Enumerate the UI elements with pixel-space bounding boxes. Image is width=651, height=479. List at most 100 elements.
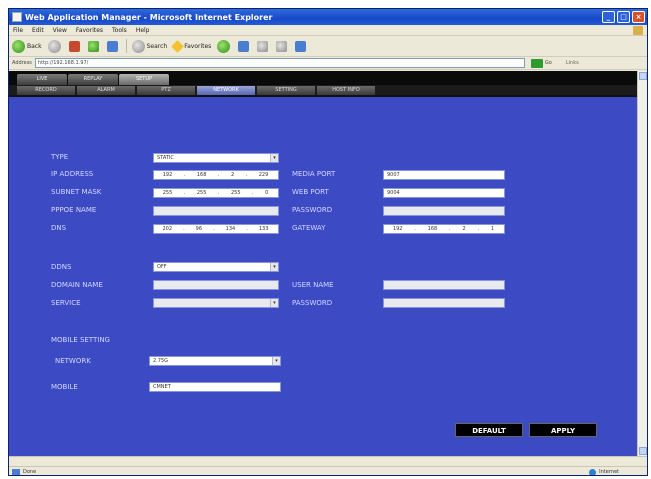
menu-favorites[interactable]: Favorites — [76, 27, 103, 34]
subnet-mask-field[interactable]: 255. 255. 255. 0 — [153, 188, 279, 198]
mobile-setting-heading: MOBILE SETTING — [51, 336, 110, 344]
user-name-label: USER NAME — [292, 281, 334, 289]
menu-tools[interactable]: Tools — [112, 27, 127, 34]
chevron-down-icon: ▾ — [272, 357, 280, 365]
menu-file[interactable]: File — [13, 27, 23, 34]
forward-button[interactable] — [47, 39, 63, 53]
dns-label: DNS — [51, 224, 67, 232]
window-title: Web Application Manager - Microsoft Inte… — [25, 12, 273, 22]
refresh-button[interactable] — [87, 40, 101, 52]
tab-network[interactable]: NETWORK — [197, 85, 255, 95]
address-label: Address — [12, 60, 32, 66]
ip-address-field[interactable]: 192. 168. 2. 229 — [153, 170, 279, 180]
page-done-icon — [12, 468, 20, 475]
dns-field[interactable]: 202. 96. 134. 133 — [153, 224, 279, 234]
ddns-password-label: PASSWORD — [292, 299, 333, 307]
ddns-label: DDNS — [51, 263, 72, 271]
history-button[interactable] — [217, 39, 232, 53]
web-port-label: WEB PORT — [292, 188, 329, 196]
ddns-select[interactable]: OFF ▾ — [153, 262, 279, 272]
page-content: LIVE REPLAY SETUP RECORD ALARM PTZ NETWO… — [9, 71, 639, 456]
toolbar-separator — [125, 39, 127, 53]
pppoe-name-label: PPPOE NAME — [51, 206, 97, 214]
messenger-button[interactable] — [295, 40, 308, 52]
back-arrow-icon — [12, 39, 25, 53]
horizontal-scrollbar[interactable] — [9, 456, 647, 466]
status-bar: Done Internet — [9, 466, 647, 475]
chevron-down-icon: ▾ — [270, 263, 278, 271]
search-button[interactable]: Search — [131, 39, 167, 53]
tab-replay[interactable]: REPLAY — [68, 74, 118, 85]
mail-button[interactable] — [238, 40, 251, 52]
tab-ptz[interactable]: PTZ — [137, 85, 195, 95]
user-name-field[interactable] — [383, 280, 505, 290]
refresh-icon — [87, 40, 99, 52]
password-label: PASSWORD — [292, 206, 333, 214]
apply-button[interactable]: APPLY — [529, 423, 597, 437]
vertical-scrollbar[interactable] — [637, 71, 647, 456]
windows-flag-icon — [633, 25, 643, 35]
media-port-field[interactable]: 9007 — [383, 170, 505, 180]
address-input[interactable]: http://192.168.1.97/ — [34, 58, 525, 68]
status-text: Done — [23, 469, 37, 475]
scroll-down-icon[interactable] — [639, 447, 647, 455]
type-select[interactable]: STATIC ▾ — [153, 153, 279, 163]
mail-icon — [238, 40, 250, 52]
menu-view[interactable]: View — [53, 27, 67, 34]
address-bar: Address http://192.168.1.97/ Go Links — [9, 57, 647, 70]
tab-record[interactable]: RECORD — [17, 85, 75, 95]
stop-button[interactable] — [68, 40, 82, 52]
messenger-icon — [295, 40, 307, 52]
gateway-label: GATEWAY — [292, 224, 326, 232]
menu-edit[interactable]: Edit — [32, 27, 44, 34]
subnet-mask-label: SUBNET MASK — [51, 188, 102, 196]
domain-name-label: DOMAIN NAME — [51, 281, 103, 289]
favorites-button[interactable]: Favorites — [171, 39, 211, 53]
ie-icon — [12, 12, 22, 22]
go-arrow-icon[interactable] — [530, 58, 543, 68]
service-select[interactable]: ▾ — [153, 298, 279, 308]
browser-window: Web Application Manager - Microsoft Inte… — [8, 8, 648, 476]
pppoe-name-field[interactable] — [153, 206, 279, 216]
internet-globe-icon — [589, 468, 597, 475]
maximize-button[interactable]: □ — [617, 11, 630, 23]
password-field[interactable] — [383, 206, 505, 216]
mobile-field[interactable]: CMNET — [149, 382, 281, 392]
tab-live[interactable]: LIVE — [17, 74, 67, 85]
home-button[interactable] — [106, 40, 120, 52]
scroll-up-icon[interactable] — [639, 72, 647, 80]
print-icon — [257, 40, 269, 52]
tab-alarm[interactable]: ALARM — [77, 85, 135, 95]
tab-host-info[interactable]: HOST INFO — [317, 85, 375, 95]
security-zone: Internet — [589, 468, 619, 475]
chevron-down-icon: ▾ — [270, 299, 278, 307]
forward-arrow-icon — [47, 39, 61, 53]
gateway-field[interactable]: 192. 168. 2. 1 — [383, 224, 505, 234]
network-label: NETWORK — [55, 357, 91, 365]
toolbar: Back Search Favorites — [9, 36, 647, 57]
web-port-field[interactable]: 9004 — [383, 188, 505, 198]
stop-icon — [68, 40, 80, 52]
tab-setup[interactable]: SETUP — [119, 74, 169, 85]
edit-button[interactable] — [276, 40, 289, 52]
close-button[interactable]: × — [632, 11, 645, 23]
minimize-button[interactable]: _ — [602, 11, 615, 23]
main-tabs: LIVE REPLAY SETUP — [9, 71, 639, 85]
network-select[interactable]: 2.75G ▾ — [149, 356, 281, 366]
menu-help[interactable]: Help — [136, 27, 150, 34]
default-button[interactable]: DEFAULT — [455, 423, 523, 437]
home-icon — [106, 40, 118, 52]
back-button[interactable]: Back — [12, 39, 42, 53]
edit-icon — [276, 40, 288, 52]
ddns-password-field[interactable] — [383, 298, 505, 308]
media-port-label: MEDIA PORT — [292, 170, 336, 178]
domain-name-field[interactable] — [153, 280, 279, 290]
sub-tabs: RECORD ALARM PTZ NETWORK SETTING HOST IN… — [9, 85, 639, 97]
tab-setting[interactable]: SETTING — [257, 85, 315, 95]
service-label: SERVICE — [51, 299, 81, 307]
go-button[interactable]: Go — [545, 60, 552, 66]
links-button[interactable]: Links — [566, 60, 579, 66]
menu-bar: File Edit View Favorites Tools Help — [9, 25, 647, 36]
print-button[interactable] — [257, 40, 270, 52]
chevron-down-icon: ▾ — [270, 154, 278, 162]
